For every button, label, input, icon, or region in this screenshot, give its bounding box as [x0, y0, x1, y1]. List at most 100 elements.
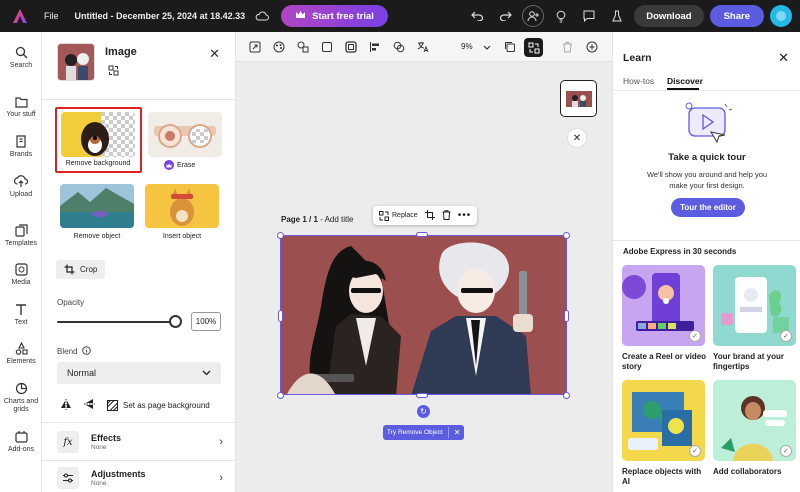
resize-icon[interactable]	[247, 39, 263, 55]
image-on-canvas[interactable]	[280, 235, 567, 395]
insert-object-tile[interactable]	[145, 184, 219, 228]
palette-icon[interactable]	[271, 39, 287, 55]
rail-media-label: Media	[11, 279, 31, 286]
resize-handle-right[interactable]	[564, 310, 569, 322]
search-icon	[15, 46, 27, 59]
panel-divider	[42, 460, 236, 461]
crop-button[interactable]: Crop	[56, 260, 106, 279]
panel-close-icon[interactable]: ✕	[209, 46, 220, 62]
more-options-icon[interactable]: •••	[458, 210, 472, 220]
comment-icon[interactable]	[578, 5, 600, 27]
document-title[interactable]: Untitled - December 25, 2024 at 18.42.33	[75, 11, 246, 21]
page-thumbnail[interactable]	[560, 80, 597, 117]
rail-search[interactable]: Search	[0, 46, 42, 70]
trash-icon[interactable]	[442, 209, 451, 222]
learn-close-icon[interactable]: ✕	[778, 50, 789, 66]
add-page-icon[interactable]	[584, 39, 600, 55]
erase-crown-icon	[164, 160, 174, 170]
resize-handle-bottom[interactable]	[416, 393, 428, 398]
rail-upload[interactable]: Upload	[0, 175, 42, 199]
replace-image-icon[interactable]	[108, 65, 119, 78]
set-page-background-button[interactable]: Set as page background	[107, 399, 210, 411]
lightbulb-icon[interactable]	[550, 5, 572, 27]
flask-icon[interactable]	[606, 5, 628, 27]
rail-add-ons-label: Add-ons	[7, 446, 35, 453]
erase-tile[interactable]	[148, 112, 222, 157]
file-menu[interactable]: File	[44, 11, 59, 21]
resize-handle-top-right[interactable]	[563, 232, 570, 239]
card-reel-video[interactable]: ✓	[622, 265, 705, 346]
rail-brands[interactable]: Brands	[0, 135, 42, 159]
card-check-icon: ✓	[780, 445, 792, 457]
chevron-right-icon: ›	[219, 472, 223, 484]
try-remove-object-label[interactable]: Try Remove Object	[387, 429, 443, 436]
close-pages-icon[interactable]: ✕	[567, 128, 587, 148]
user-avatar[interactable]	[770, 5, 792, 27]
rail-text[interactable]: Text	[0, 303, 42, 327]
resize-handle-bottom-left[interactable]	[277, 392, 284, 399]
remove-object-tile[interactable]	[60, 184, 134, 228]
duplicate-icon[interactable]	[502, 39, 518, 55]
shapes-icon[interactable]	[295, 39, 311, 55]
redo-icon[interactable]	[494, 5, 516, 27]
align-icon[interactable]	[367, 39, 383, 55]
rail-charts-and-grids[interactable]: Charts and grids	[0, 382, 42, 414]
blend-mode-select[interactable]: Normal	[57, 362, 221, 384]
card-brand-fingertips[interactable]: ✓	[713, 265, 796, 346]
image-panel: Image ✕ Remove background Erase Remove o…	[42, 32, 236, 492]
remove-object-label: Remove object	[73, 233, 121, 240]
zoom-chevron-down-icon[interactable]	[479, 39, 495, 55]
download-button[interactable]: Download	[634, 5, 704, 27]
top-bar: File Untitled - December 25, 2024 at 18.…	[0, 0, 800, 32]
invite-user-icon[interactable]	[522, 5, 545, 27]
start-free-trial-button[interactable]: Start free trial	[281, 5, 388, 27]
adobe-express-logo-icon[interactable]	[10, 6, 30, 26]
rail-your-stuff-label: Your stuff	[6, 111, 36, 118]
blend-label: Blend	[57, 347, 78, 356]
replace-button[interactable]: Replace	[379, 210, 418, 221]
rail-add-ons[interactable]: Add-ons	[0, 430, 42, 454]
page-label[interactable]: Page 1 / 1 - Add title	[281, 215, 354, 224]
cloud-sync-icon[interactable]	[255, 11, 270, 21]
undo-icon[interactable]	[466, 5, 488, 27]
chevron-right-icon: ›	[219, 436, 223, 448]
image-settings-icon[interactable]	[524, 38, 543, 57]
opacity-slider-knob[interactable]	[169, 315, 182, 328]
effects-row[interactable]: fx Effects None ›	[57, 428, 223, 456]
adjustments-row[interactable]: Adjustments None ›	[57, 464, 223, 492]
flip-horizontal-icon[interactable]	[60, 398, 72, 412]
rail-your-stuff[interactable]: Your stuff	[0, 96, 42, 119]
adjustments-sliders-icon	[57, 467, 79, 489]
tour-the-editor-button[interactable]: Tour the editor	[671, 198, 745, 217]
translate-icon[interactable]	[415, 39, 431, 55]
flip-vertical-icon[interactable]	[84, 398, 95, 412]
rail-media[interactable]: Media	[0, 263, 42, 287]
resize-handle-bottom-right[interactable]	[563, 392, 570, 399]
zoom-level[interactable]: 9%	[461, 42, 473, 51]
resize-handle-top-left[interactable]	[277, 232, 284, 239]
opacity-value-field[interactable]: 100%	[191, 312, 221, 331]
page-number-label: Page 1 / 1	[281, 215, 318, 224]
info-icon[interactable]	[82, 346, 92, 357]
tab-discover[interactable]: Discover	[667, 76, 703, 86]
tab-how-tos[interactable]: How-tos	[623, 76, 654, 86]
square-icon[interactable]	[319, 39, 335, 55]
border-icon[interactable]	[343, 39, 359, 55]
card-replace-objects[interactable]: ✓	[622, 380, 705, 461]
crop-icon[interactable]	[424, 209, 435, 222]
rotate-handle-icon[interactable]: ↻	[417, 405, 430, 418]
section-divider	[613, 240, 800, 241]
rail-templates[interactable]: Templates	[0, 224, 42, 248]
opacity-slider-track[interactable]	[57, 321, 175, 323]
layers-icon[interactable]	[391, 39, 407, 55]
tabs-divider	[613, 90, 800, 91]
rail-elements[interactable]: Elements	[0, 342, 42, 366]
dismiss-close-icon[interactable]: ✕	[454, 428, 461, 437]
share-button[interactable]: Share	[709, 5, 764, 27]
learn-panel: Learn ✕ How-tos Discover Take a quick to…	[612, 32, 800, 492]
trash-icon[interactable]	[559, 39, 575, 55]
try-remove-object-pill[interactable]: Try Remove Object ✕	[383, 425, 465, 440]
card-add-collaborators[interactable]: ✓	[713, 380, 796, 461]
resize-handle-left[interactable]	[278, 310, 283, 322]
resize-handle-top[interactable]	[416, 232, 428, 237]
